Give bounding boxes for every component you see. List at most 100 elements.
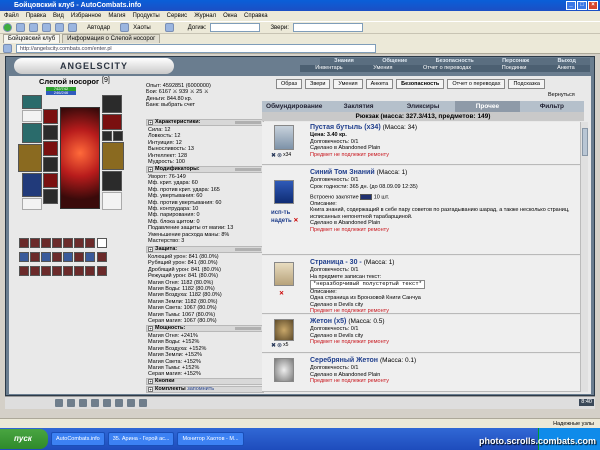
start-button[interactable]: пуск [0,429,48,449]
search-icon[interactable] [68,23,77,32]
task-haot-monitor[interactable]: Монитор Хаотов - M... [177,432,244,446]
pocket-slot-5[interactable] [43,173,58,188]
tab-fight-club[interactable]: Бойцовский клуб [3,34,61,43]
buttons-header[interactable]: + Кнопки [146,378,264,385]
menu-products[interactable]: Продукты [133,11,160,21]
pocket-slot-1[interactable] [43,109,58,124]
menu-favorites[interactable]: Избранное [71,11,101,21]
collapse-icon[interactable]: + [148,387,153,392]
nav-knowledge[interactable]: Знания [334,58,354,65]
ring-slot-2[interactable] [113,131,123,141]
sound-icon[interactable] [103,399,111,407]
subnav-skills[interactable]: Умения [373,65,392,72]
menu-journal[interactable]: Журнал [194,11,216,21]
pets-button[interactable]: Звери [305,79,331,89]
collapse-icon[interactable]: + [148,167,153,172]
haoty-button[interactable]: Хаоты [133,25,151,31]
tab-filter[interactable]: Фильтр [520,101,584,112]
profile-button[interactable]: Анкета [365,79,394,89]
protection-header[interactable]: + Защита: [146,246,264,253]
earring-slot[interactable] [22,110,42,122]
sets-header[interactable]: + Комплекты запомнить [146,386,264,393]
subnav-inventory[interactable]: Инвентарь [315,65,342,72]
belt-item-4[interactable] [52,238,62,248]
armor-slot[interactable] [22,173,42,197]
pocket-slot-4[interactable] [43,157,58,172]
belt-item-21[interactable] [63,266,73,276]
menu-file[interactable]: Файл [4,11,19,21]
silver-token-icon[interactable] [274,358,294,382]
tab-spells[interactable]: Заклятия [326,101,390,112]
pocket-slot-3[interactable] [43,141,58,156]
belt-item-5[interactable] [63,238,73,248]
bottle-icon[interactable] [274,125,294,150]
autodar-button[interactable]: Автодар [87,25,110,31]
menu-help[interactable]: Справка [244,11,268,21]
menu-edit[interactable]: Правка [26,11,46,21]
page-scroll-icon[interactable] [274,262,294,286]
section-slider[interactable] [235,327,261,330]
delete-icon[interactable]: ✕ [279,290,284,297]
collapse-icon[interactable]: + [148,326,153,331]
zveri-select[interactable] [292,23,363,32]
security-button[interactable]: Безопасность [396,79,445,89]
belt-item-2[interactable] [30,238,40,248]
hand-icon[interactable]: ✖ [271,342,276,349]
stop-icon[interactable] [29,23,38,32]
collapse-icon[interactable]: + [148,379,153,384]
belt-item-13[interactable] [63,252,73,262]
belt-item-3[interactable] [41,238,51,248]
refresh-icon[interactable] [42,23,51,32]
tab-character-info[interactable]: Информация о Слепой носорог [62,34,161,43]
task-autocombats[interactable]: AutoCombats.info [51,432,105,446]
belt-item-15[interactable] [85,252,95,262]
belt-item-12[interactable] [52,252,62,262]
item-name[interactable]: Синий Том Знаний [310,169,375,176]
item-name[interactable]: Жетон (x5) [310,318,346,325]
skills-button[interactable]: Умения [333,79,363,89]
tab-equipment[interactable]: Обмундирование [262,101,326,112]
belt-item-1[interactable] [19,238,29,248]
spell-icon[interactable] [360,194,373,200]
belt-item-18[interactable] [30,266,40,276]
nav-character[interactable]: Персонаж [502,58,529,65]
belt-item-14[interactable] [74,252,84,262]
item-name[interactable]: Пустая бутыль (x34) [310,124,381,131]
menu-service[interactable]: Сервис [167,11,188,21]
pants-slot[interactable] [102,171,122,191]
shield-slot[interactable] [102,142,124,170]
pocket-slot-6[interactable] [43,189,58,204]
belt-item-7[interactable] [85,238,95,248]
drop-icon[interactable]: ⊗ [277,152,282,159]
hint-button[interactable]: Подсказка [508,79,545,89]
menu-magic[interactable]: Магия [108,11,125,21]
friends-icon[interactable] [115,399,123,407]
belt-item-17[interactable] [19,266,29,276]
plugin-icon[interactable] [164,23,174,32]
settings-icon[interactable] [139,399,147,407]
map-icon[interactable] [127,399,135,407]
subnav-battles[interactable]: Поединки [502,65,527,72]
minimize-button[interactable]: _ [566,1,576,10]
remember-set-link[interactable]: запомнить [187,386,214,392]
pocket-slot-2[interactable] [43,125,58,140]
helmet-slot[interactable] [22,95,42,109]
belt-slot[interactable] [22,198,42,210]
back-icon[interactable] [3,23,12,32]
home-icon[interactable] [55,23,64,32]
image-button[interactable]: Образ [276,79,303,89]
boots-slot[interactable] [102,192,122,210]
tab-other[interactable]: Прочее [455,101,520,112]
transfers-report-button[interactable]: Отчет о переводах [447,79,506,89]
belt-item-9[interactable] [19,252,29,262]
belt-item-20[interactable] [52,266,62,276]
nav-security[interactable]: Безопасность [436,58,474,65]
section-slider[interactable] [235,248,261,251]
tab-elixirs[interactable]: Эликсиры [391,101,455,112]
belt-item-23[interactable] [85,266,95,276]
close-button[interactable]: × [588,1,598,10]
belt-item-19[interactable] [41,266,51,276]
ring-slot-1[interactable] [102,131,112,141]
power-header[interactable]: + Мощность: [146,325,264,332]
chat-icon[interactable] [55,399,63,407]
